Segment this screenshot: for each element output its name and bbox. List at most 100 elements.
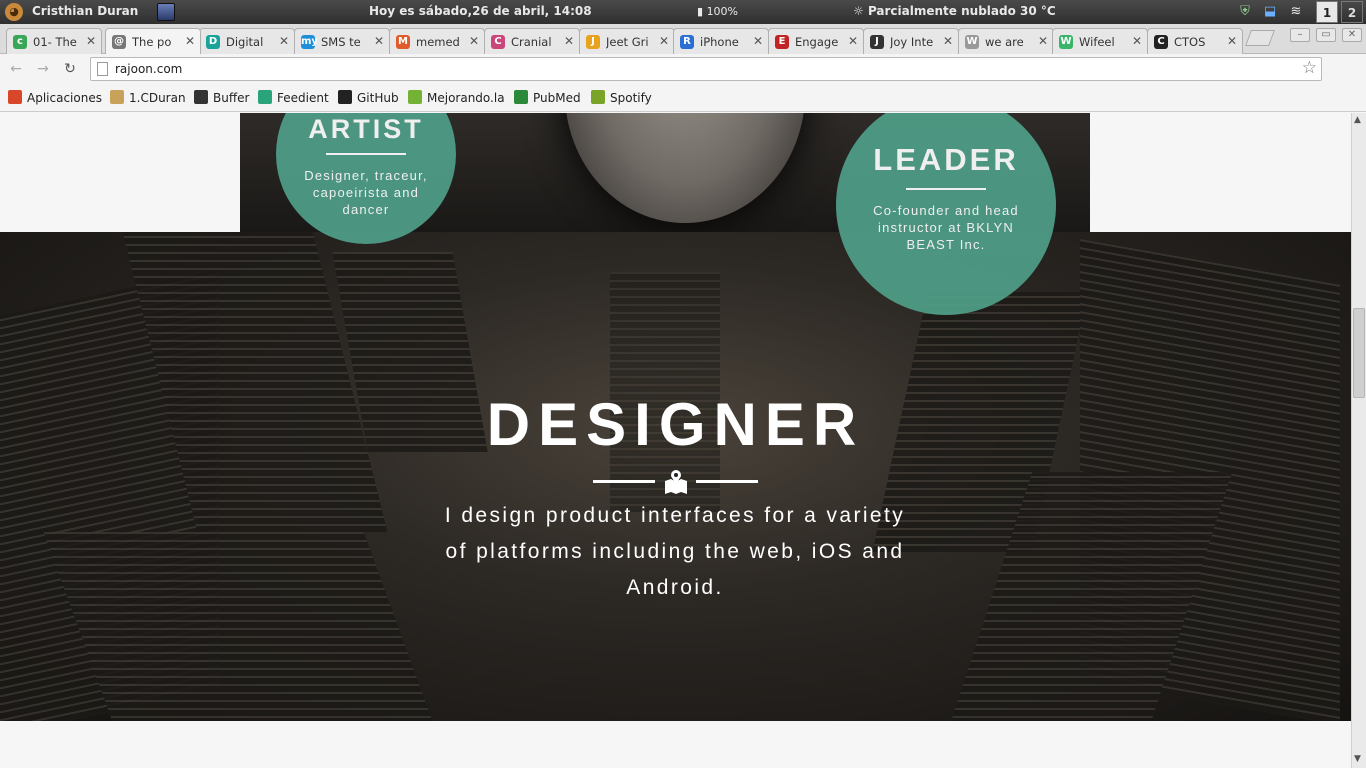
bookmark-item[interactable]: 1.CDuran [110,90,186,105]
bookmark-item[interactable]: Spotify [591,90,652,105]
face-image [565,113,805,223]
hero-title: DESIGNER [486,391,865,458]
wifi-icon[interactable]: ≋ [1287,3,1305,21]
scroll-down-icon[interactable]: ▼ [1354,754,1361,764]
browser-toolbar: ← → ↻ ☆ [0,54,1366,126]
tab-title: Wifeel [1079,35,1115,49]
leader-divider [906,188,986,190]
workspace-1[interactable]: 1 [1316,1,1338,23]
browser-tab[interactable]: my SMS te ✕ [294,28,390,54]
browser-tab[interactable]: C CTOS ✕ [1147,28,1243,54]
close-tab-icon[interactable]: ✕ [185,34,195,48]
browser-tab[interactable]: Wwe are ✕ [958,28,1054,54]
bookmark-label: Mejorando.la [427,91,505,105]
battery-level: 100% [706,5,739,18]
tab-favicon-icon: R [680,35,694,49]
dropbox-icon[interactable]: ⬓ [1261,3,1279,21]
leader-title: LEADER [873,142,1019,177]
browser-tab[interactable]: Mmemed ✕ [389,28,485,54]
tab-favicon-icon: D [206,35,220,49]
close-tab-icon[interactable]: ✕ [279,34,289,48]
bookmarks-bar: Aplicaciones 1.CDuran Buffer Feedient GitHub… [0,84,1366,112]
bookmark-item[interactable]: Aplicaciones [8,90,102,105]
browser-tab-strip: c 01- The ✕ @ The po ✕ D Digital ✕ my SMS te ✕ Mmeme… [0,24,1366,54]
page-icon [97,62,108,76]
tab-favicon-icon: W [965,35,979,49]
tab-favicon-icon: C [491,35,505,49]
artist-divider [326,153,406,155]
page-scrollbar[interactable]: ▲ ▼ [1351,113,1366,768]
browser-tab[interactable]: C Cranial ✕ [484,28,580,54]
scroll-up-icon[interactable]: ▲ [1354,115,1361,125]
maximize-button[interactable]: ▭ [1316,28,1336,42]
browser-tab[interactable]: W Wifeel ✕ [1052,28,1148,54]
tab-favicon-icon: E [775,35,789,49]
close-tab-icon[interactable]: ✕ [564,34,574,48]
close-tab-icon[interactable]: ✕ [659,34,669,48]
bookmark-label: 1.CDuran [129,91,186,105]
bookmark-label: GitHub [357,91,399,105]
close-window-button[interactable]: ✕ [1342,28,1362,42]
browser-tab[interactable]: @ The po ✕ [105,28,201,54]
bookmark-label: Aplicaciones [27,91,102,105]
reload-icon[interactable]: ↻ [61,60,79,78]
battery-indicator[interactable]: ▮ 100% [697,5,738,18]
tab-favicon-icon: J [586,35,600,49]
system-user-name[interactable]: Cristhian Duran [32,4,138,18]
tab-favicon-icon: C [1154,35,1168,49]
browser-tab[interactable]: RiPhone ✕ [673,28,769,54]
bookmark-star-icon[interactable]: ☆ [1302,58,1317,78]
close-tab-icon[interactable]: ✕ [943,34,953,48]
artist-title: ARTIST [308,114,424,144]
weather-text: Parcialmente nublado 30 °C [867,4,1056,18]
tab-title: 01- The [33,35,77,49]
bookmark-item[interactable]: Feedient [258,90,329,105]
bookmark-item[interactable]: PubMed [514,90,581,105]
address-bar[interactable]: ☆ [90,57,1322,81]
tab-favicon-icon: M [396,35,410,49]
tab-title: Joy Inte [890,35,934,49]
tab-title: we are [985,35,1024,49]
tab-title: CTOS [1174,35,1206,49]
bookmark-icon [408,90,422,104]
bookmark-icon [591,90,605,104]
browser-tab[interactable]: J Joy Inte ✕ [863,28,959,54]
map-pin-icon [665,470,687,494]
shield-icon[interactable]: ⛨ [1236,3,1254,21]
bookmark-item[interactable]: Mejorando.la [408,90,505,105]
system-clock[interactable]: Hoy es sábado,26 de abril, 14:08 [369,4,592,18]
browser-tab[interactable]: c 01- The ✕ [6,28,102,54]
tab-favicon-icon: my [301,35,318,49]
close-tab-icon[interactable]: ✕ [1038,34,1048,48]
close-tab-icon[interactable]: ✕ [848,34,858,48]
bookmark-icon [8,90,22,104]
tab-title: Engage [795,35,839,49]
browser-tab[interactable]: D Digital ✕ [199,28,295,54]
scrollbar-thumb[interactable] [1353,308,1365,398]
tab-title: Jeet Gri [606,35,649,49]
system-top-bar: ◕ Cristhian Duran Hoy es sábado,26 de ab… [0,0,1366,24]
app-launcher-icon[interactable] [157,3,175,21]
back-arrow-icon[interactable]: ← [7,60,25,78]
close-tab-icon[interactable]: ✕ [753,34,763,48]
close-tab-icon[interactable]: ✕ [469,34,479,48]
bookmark-label: Spotify [610,91,652,105]
browser-tab[interactable]: E Engage ✕ [768,28,864,54]
bookmark-icon [258,90,272,104]
bookmark-item[interactable]: GitHub [338,90,399,105]
url-input[interactable] [115,60,1275,78]
bookmark-label: Feedient [277,91,329,105]
forward-arrow-icon[interactable]: → [34,60,52,78]
close-tab-icon[interactable]: ✕ [1132,34,1142,48]
close-tab-icon[interactable]: ✕ [374,34,384,48]
weather-indicator[interactable]: ☼ Parcialmente nublado 30 °C [853,4,1056,18]
minimize-button[interactable]: – [1290,28,1310,42]
close-tab-icon[interactable]: ✕ [86,34,96,48]
bookmark-item[interactable]: Buffer [194,90,249,105]
user-avatar-icon[interactable]: ◕ [5,3,23,21]
page-viewport: ARTIST Designer, traceur, capoeirista an… [0,113,1351,768]
browser-tab[interactable]: J Jeet Gri ✕ [579,28,675,54]
close-tab-icon[interactable]: ✕ [1227,34,1237,48]
tab-favicon-icon: J [870,35,884,49]
workspace-2[interactable]: 2 [1341,1,1363,23]
